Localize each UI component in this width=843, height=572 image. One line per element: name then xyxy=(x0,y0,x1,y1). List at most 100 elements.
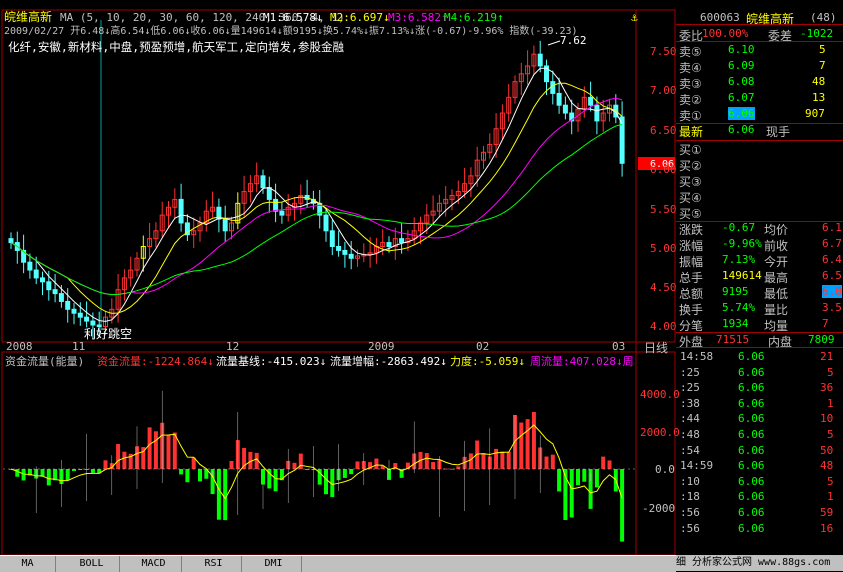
stats-table: 涨跌 -0.67 均价 6.1 涨幅 -9.96% 前收 6.7 振幅 7.13% 今开 6.4 总手 1… xyxy=(676,221,843,333)
price-axis: 7.50 7.00 6.50 6.00 5.50 5.00 4.50 4.00 xyxy=(650,45,677,333)
flow-bar xyxy=(103,460,108,469)
flow-bar xyxy=(122,451,127,469)
flow-bar xyxy=(342,469,347,478)
candle-body xyxy=(273,198,279,212)
flow-bar xyxy=(582,469,587,482)
stat-row: 换手 5.74% 量比 3.5 xyxy=(679,301,842,317)
tick-row: :56 6.06 59 xyxy=(680,506,834,519)
flow-bar xyxy=(324,469,328,495)
bid-row: 买④ xyxy=(679,191,702,205)
ma20-line xyxy=(10,97,623,296)
candle-body xyxy=(348,253,354,259)
tick-row: :25 6.06 36 xyxy=(680,381,834,395)
period-label: 日线 xyxy=(644,341,668,355)
flow-bar xyxy=(468,453,473,469)
quote-stock-name: 皖维高新 xyxy=(746,12,795,26)
flow-bar xyxy=(273,469,278,492)
quote-panel: 600063 皖维高新 (48) 委比 100.00% 委差 -1022 卖⑤ 6… xyxy=(676,10,843,555)
fund-flow-bars xyxy=(9,390,625,542)
flow-bar xyxy=(292,462,297,469)
flow-bar xyxy=(506,451,511,469)
flow-bar xyxy=(531,412,536,469)
candle-body xyxy=(65,300,71,310)
ask-row: 卖④ 6.09 7 xyxy=(679,59,826,75)
flow-bar xyxy=(179,469,184,475)
candle-body xyxy=(266,187,272,200)
ma30-line xyxy=(10,123,623,296)
candle-body xyxy=(386,242,392,247)
candle-body xyxy=(329,230,335,248)
flow-bar xyxy=(456,466,461,469)
stat-row: 总手 149614 最高 6.5 xyxy=(679,269,842,285)
candle-body xyxy=(260,175,266,189)
candle-body xyxy=(40,277,45,283)
ratio-row: 委比 100.00% 委差 -1022 xyxy=(676,27,843,43)
candle-body xyxy=(8,238,14,244)
flow-bar xyxy=(620,469,625,542)
svg-text:4.00: 4.00 xyxy=(650,320,677,333)
svg-text:7.50: 7.50 xyxy=(650,45,677,58)
tick-row: 14:59 6.06 48 xyxy=(680,459,834,473)
flow-bar xyxy=(519,422,524,469)
svg-text:2008: 2008 xyxy=(6,340,33,353)
flow-bar xyxy=(53,469,58,481)
flow-bar xyxy=(557,469,562,492)
flow-bar xyxy=(594,469,599,488)
flow-bar xyxy=(229,460,234,469)
moving-average-lines xyxy=(10,67,623,322)
tick-list[interactable]: 14:58 6.06 21:25 6.06 5:25 6.06 36:38 6.06 1:44 6… xyxy=(676,350,843,550)
incr-value: 流量增幅:-2863.492↓ xyxy=(330,354,447,368)
flow-bar xyxy=(355,461,360,469)
quote-header: 600063 皖维高新 (48) xyxy=(676,10,843,26)
stat-row: 分笔 1934 均量 7 xyxy=(679,317,829,333)
bid-row: 买① xyxy=(679,143,702,157)
flow-bar xyxy=(544,456,549,469)
flow-bar xyxy=(601,456,606,469)
candle-body xyxy=(71,308,77,314)
tick-row: :18 6.06 1 xyxy=(680,490,834,504)
tab-boll[interactable]: BOLL xyxy=(64,556,120,572)
flow-bar xyxy=(185,469,190,483)
flow-bar xyxy=(607,460,612,469)
flow-bar xyxy=(494,448,499,469)
bid-row: 买② xyxy=(679,159,702,173)
concept-tags: 化纤,安徽,新材料,中盘,预盈预增,航天军工,定向增发,参股金融 xyxy=(8,40,344,54)
gap-annotation: 利好跳空 xyxy=(84,327,132,341)
flow-bar xyxy=(374,458,379,469)
flow-bar xyxy=(46,469,51,486)
svg-text:2000.0: 2000.0 xyxy=(640,426,680,439)
flow-bar xyxy=(223,469,228,521)
base-value: 流量基线:-415.023↓ xyxy=(216,354,326,368)
stock-code: 600063 xyxy=(700,11,740,24)
price-panel-frame xyxy=(1,9,676,343)
flow-bar xyxy=(65,469,70,481)
flow-bar xyxy=(21,469,26,481)
candle-body xyxy=(323,214,329,232)
peak-label: 7.62 xyxy=(560,34,587,47)
tick-row: :44 6.06 10 xyxy=(680,412,834,426)
svg-text:4000.0: 4000.0 xyxy=(640,388,680,401)
tick-row: :56 6.06 16 xyxy=(680,521,834,535)
stock-name: 皖维高新 xyxy=(4,9,52,24)
tab-macd[interactable]: MACD xyxy=(126,556,182,572)
tab-rsi[interactable]: RSI xyxy=(186,556,242,572)
bid-book: 买① 买② 买③ 买④ 买⑤ xyxy=(676,140,843,222)
flow-bar xyxy=(147,427,152,469)
tick-row: :48 6.06 5 xyxy=(680,428,834,441)
candle-body xyxy=(399,238,405,244)
lock-icon[interactable]: ⚓ xyxy=(630,11,638,24)
ask-row: 卖③ 6.08 48 xyxy=(679,75,826,91)
tab-ma[interactable]: MA xyxy=(0,556,56,572)
svg-text:5.50: 5.50 xyxy=(650,203,677,216)
flow-bar xyxy=(500,451,505,469)
candle-body xyxy=(562,104,568,114)
candle-body xyxy=(537,53,543,67)
svg-text:5.00: 5.00 xyxy=(650,242,677,255)
flow-bar xyxy=(431,462,436,469)
ma5-line xyxy=(10,67,623,322)
svg-text:03: 03 xyxy=(612,340,625,353)
tab-dmi[interactable]: DMI xyxy=(246,556,302,572)
ma1-value: M1:6.578↓ xyxy=(263,11,323,24)
candle-body xyxy=(550,81,556,94)
stat-row: 涨跌 -0.67 均价 6.1 xyxy=(679,221,842,237)
